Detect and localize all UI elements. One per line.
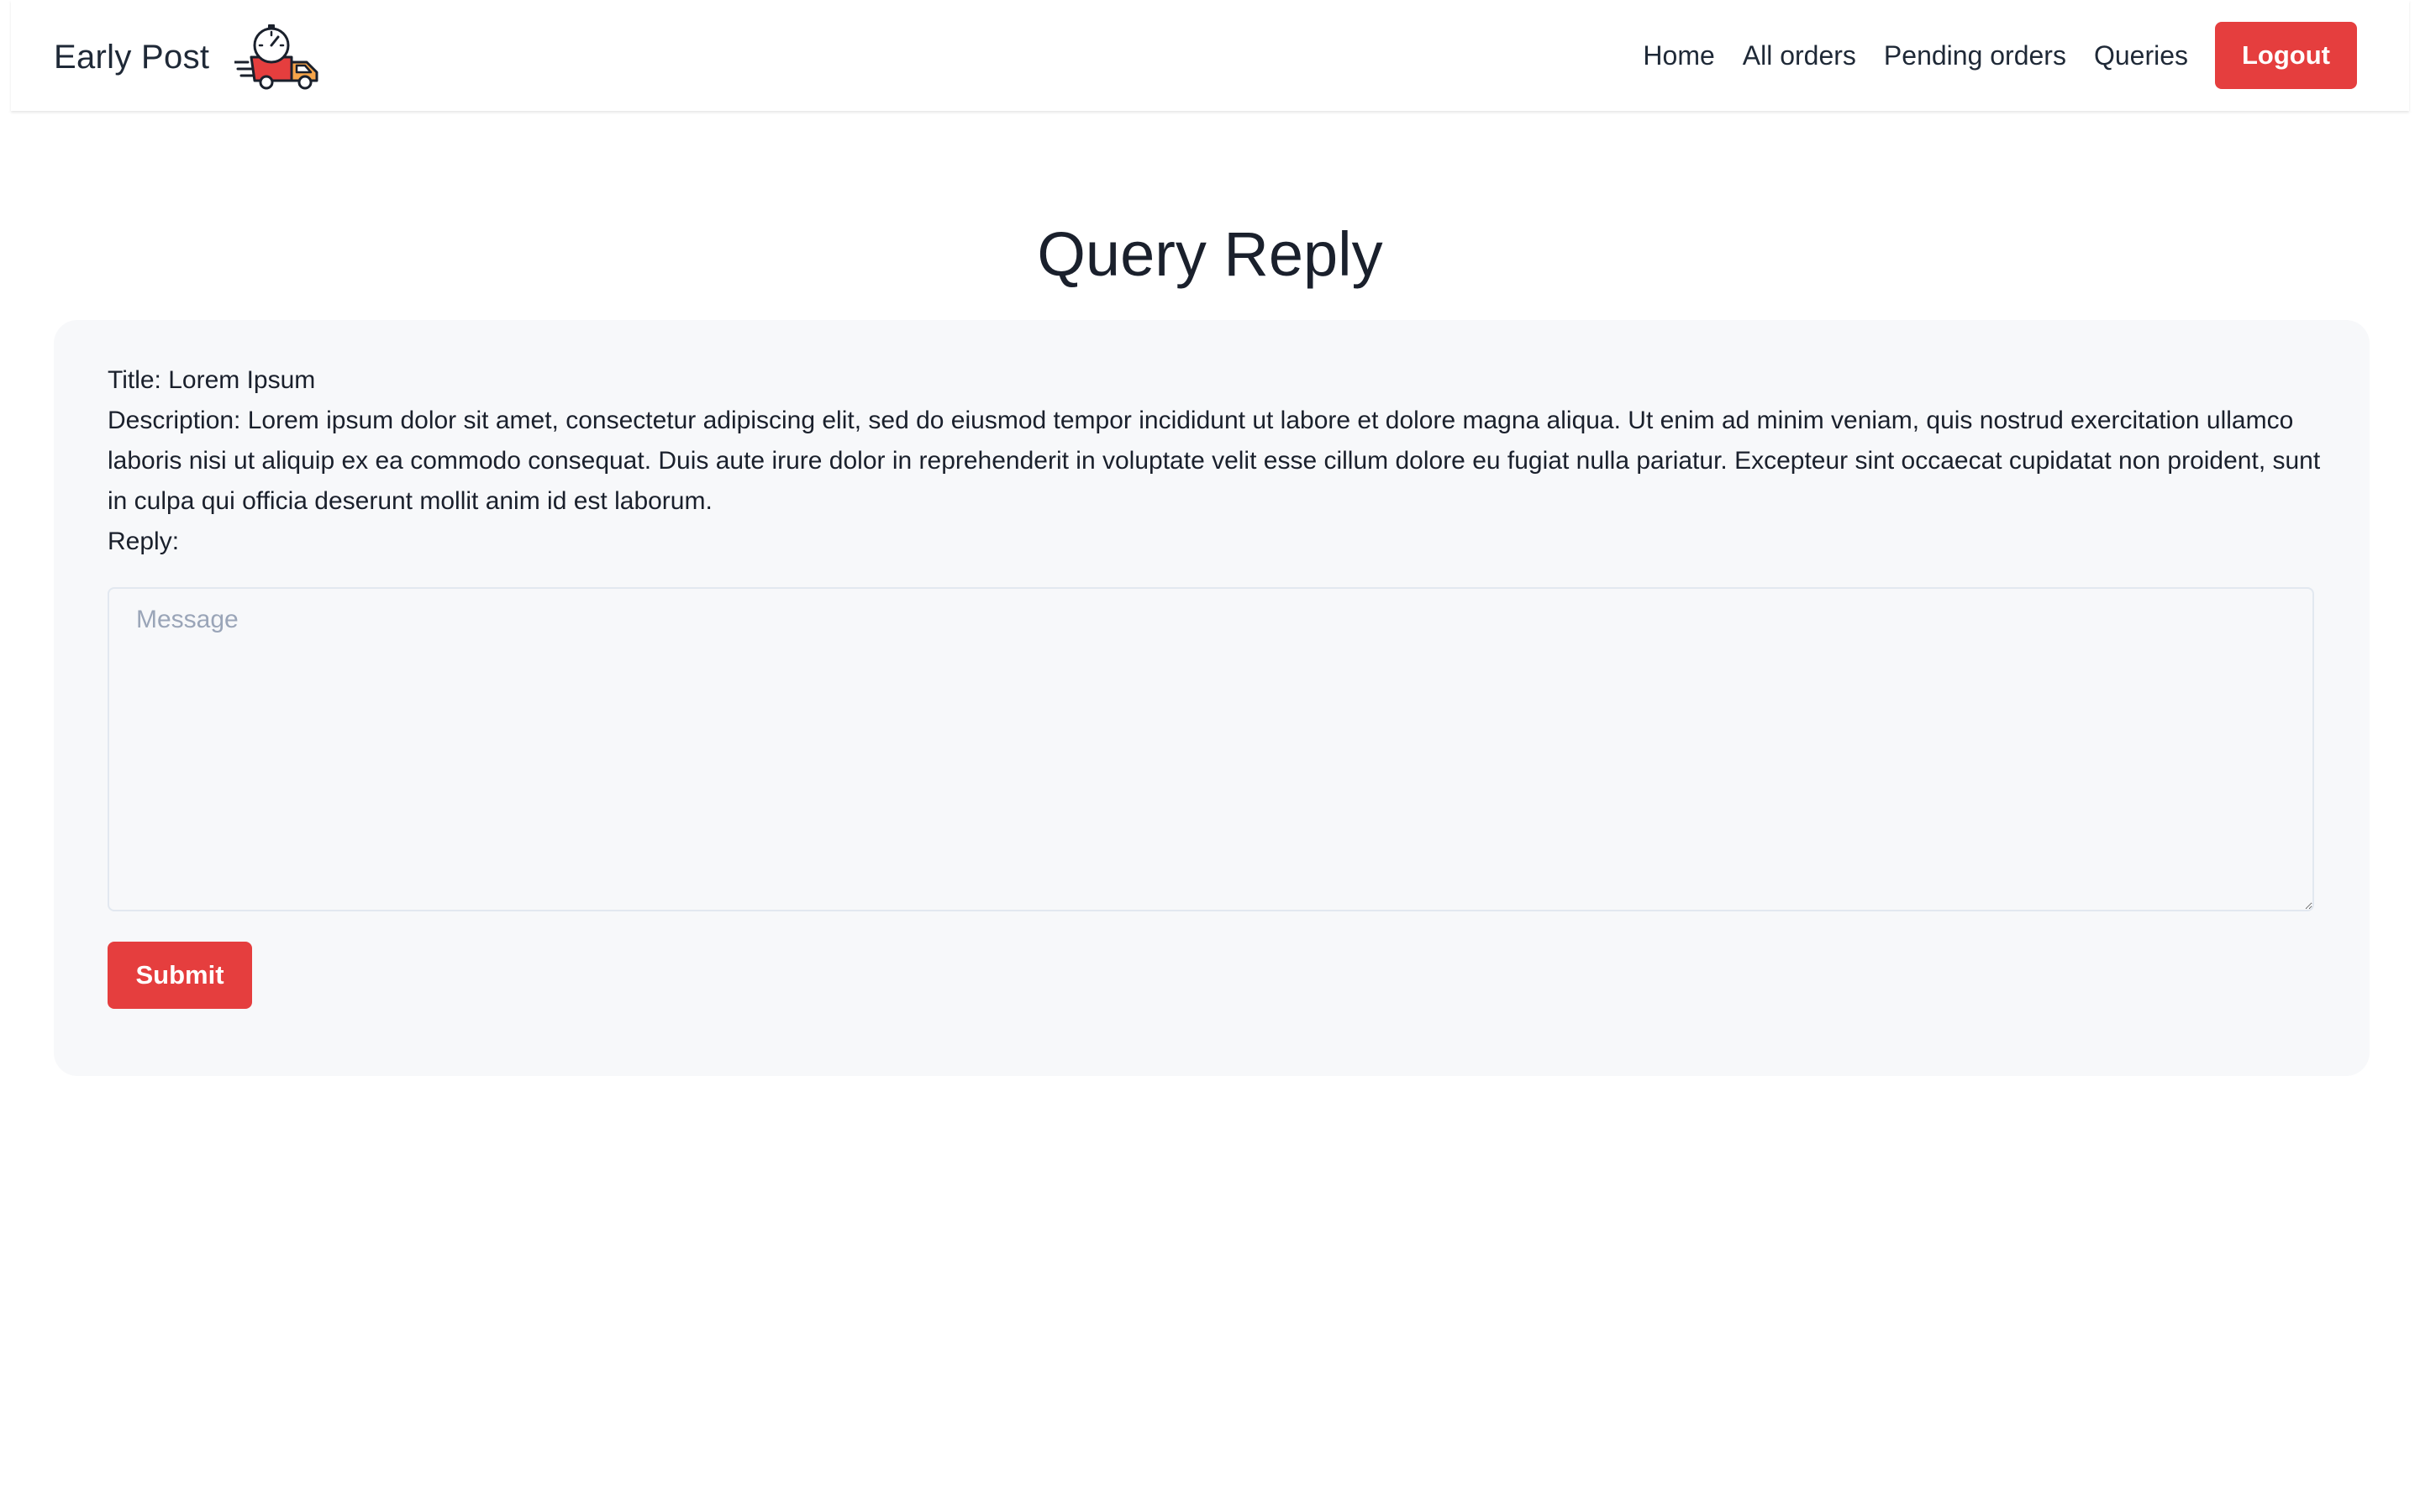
page-title: Query Reply	[1037, 219, 1383, 289]
query-title: Title: Lorem Ipsum	[108, 366, 316, 394]
query-description: Description: Lorem ipsum dolor sit amet,…	[108, 407, 2321, 515]
brand-logo-link[interactable]: Early Post	[54, 24, 322, 91]
nav-queries-link[interactable]: Queries	[2094, 40, 2188, 71]
logout-button[interactable]: Logout	[2215, 22, 2357, 89]
message-textarea[interactable]	[108, 587, 2314, 911]
query-reply-card: Title: Lorem Ipsum Description: Lorem ip…	[54, 320, 2370, 1076]
top-navbar: Early Post Home All orders Pending order…	[11, 0, 2409, 111]
nav-pending-orders-link[interactable]: Pending orders	[1884, 40, 2066, 71]
submit-button[interactable]: Submit	[108, 942, 252, 1009]
brand-name: Early Post	[54, 38, 210, 76]
query-details: Title: Lorem Ipsum Description: Lorem ip…	[108, 360, 2326, 562]
delivery-truck-icon	[234, 24, 318, 90]
nav-home-link[interactable]: Home	[1643, 40, 1714, 71]
nav-links: Home All orders Pending orders Queries L…	[1643, 22, 2357, 89]
reply-label: Reply:	[108, 528, 180, 555]
nav-all-orders-link[interactable]: All orders	[1743, 40, 1856, 71]
